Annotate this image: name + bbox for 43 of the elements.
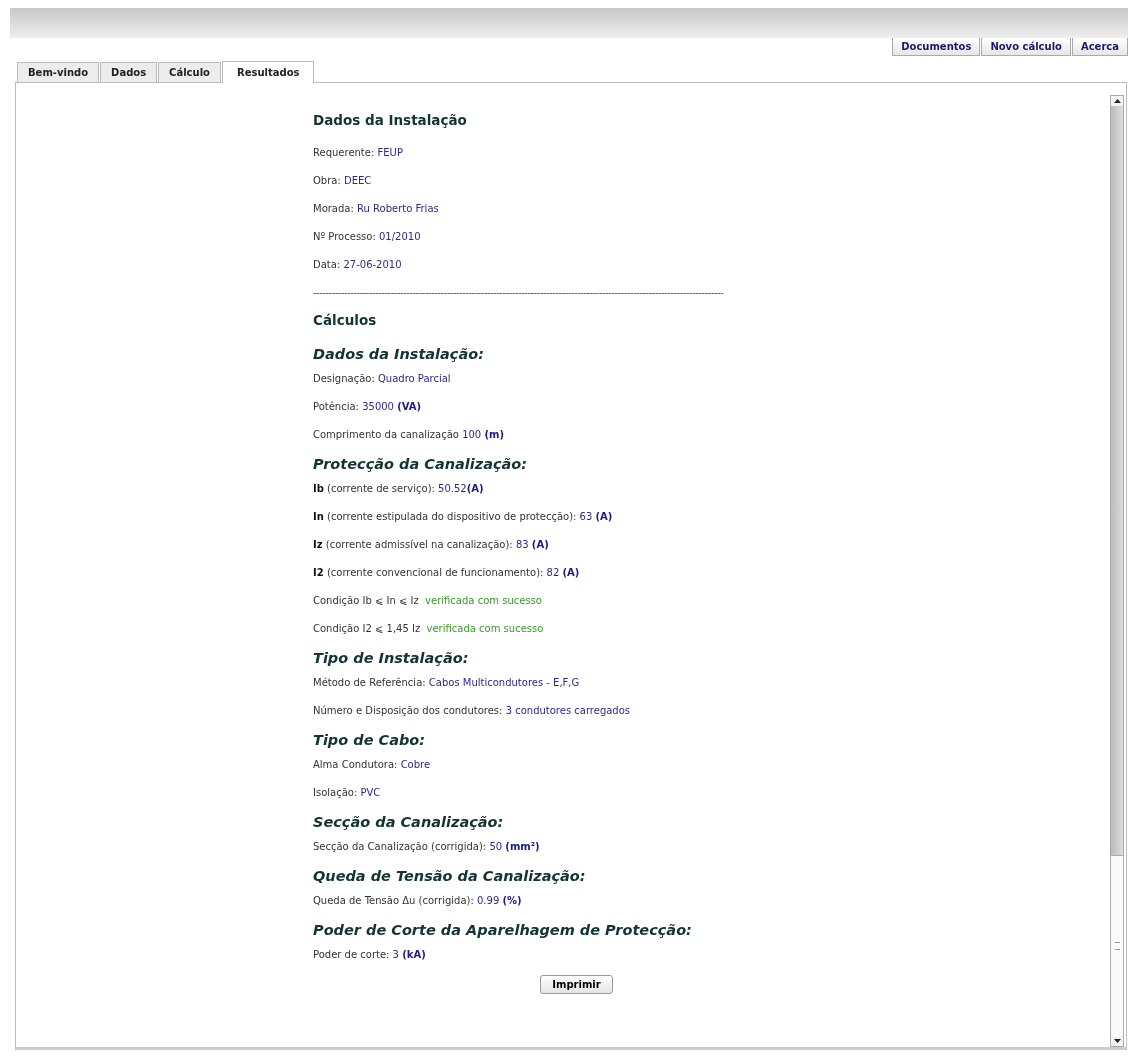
- result-line: Requerente: FEUP: [313, 146, 404, 160]
- toolbar-button[interactable]: Acerca: [1071, 38, 1128, 56]
- tab[interactable]: Resultados: [221, 61, 315, 83]
- result-line: I2 (corrente convencional de funcionamento): 82 (A): [313, 566, 581, 580]
- subsection-heading: Poder de Corte da Aparelhagem de Protecção:: [313, 921, 693, 940]
- result-line: Alma Condutora: Cobre: [313, 758, 432, 772]
- dashed-separator: ------------------------------------------------------------------------------------------------------------------------------------: [313, 286, 725, 300]
- subsection-heading: Tipo de Cabo:: [313, 731, 427, 750]
- subsection-heading: Queda de Tensão da Canalização:: [313, 867, 587, 886]
- result-line: Designação: Quadro Parcial: [313, 372, 452, 386]
- subsection-heading: Secção da Canalização:: [313, 813, 505, 832]
- scroll-down-arrow-icon[interactable]: [1111, 1036, 1123, 1046]
- result-line: Número e Disposição dos condutores: 3 condutores carregados: [313, 704, 632, 718]
- result-line: Método de Referência: Cabos Multicondutores - E,F,G: [313, 676, 581, 690]
- result-line: In (corrente estipulada do dispositivo de protecção): 63 (A): [313, 510, 614, 524]
- scrollbar[interactable]: [1110, 95, 1124, 1047]
- tab[interactable]: Dados: [100, 62, 158, 82]
- subsection-heading: Dados da Instalação:: [313, 345, 485, 364]
- subsection-heading: Protecção da Canalização:: [313, 455, 529, 474]
- result-line: Ib (corrente de serviço): 50.52(A): [313, 482, 485, 496]
- tab[interactable]: Cálculo: [158, 62, 221, 82]
- subsection-heading: Tipo de Instalação:: [313, 649, 470, 668]
- scroll-thumb[interactable]: [1111, 855, 1123, 1036]
- result-line: Comprimento da canalização 100 (m): [313, 428, 505, 442]
- result-line: Nº Processo: 01/2010: [313, 230, 422, 244]
- print-button[interactable]: Imprimir: [540, 975, 613, 994]
- section-heading: Dados da Instalação: [313, 111, 468, 130]
- result-line: Iz (corrente admissível na canalização): 83 (A): [313, 538, 550, 552]
- toolbar-button[interactable]: Documentos: [892, 38, 981, 56]
- result-line: Isolação: PVC: [313, 786, 382, 800]
- result-line: Queda de Tensão Δu (corrigida): 0.99 (%): [313, 894, 523, 908]
- result-line: Secção da Canalização (corrigida): 50 (mm²): [313, 840, 541, 854]
- condition-line: Condição Ib ⩽ In ⩽ Iz verificada com sucesso: [313, 594, 543, 608]
- section-heading: Cálculos: [313, 311, 378, 330]
- condition-line: Condição I2 ⩽ 1,45 Iz verificada com sucesso: [313, 622, 545, 636]
- scroll-up-arrow-icon[interactable]: [1111, 96, 1123, 106]
- result-line: Data: 27-06-2010: [313, 258, 403, 272]
- result-line: Potência: 35000 (VA): [313, 400, 423, 414]
- result-line: Obra: DEEC: [313, 174, 373, 188]
- result-line: Morada: Ru Roberto Frias: [313, 202, 440, 216]
- result-line: Poder de corte: 3 (kA): [313, 948, 427, 962]
- toolbar-button[interactable]: Novo cálculo: [981, 38, 1071, 56]
- tab[interactable]: Bem-vindo: [17, 62, 100, 82]
